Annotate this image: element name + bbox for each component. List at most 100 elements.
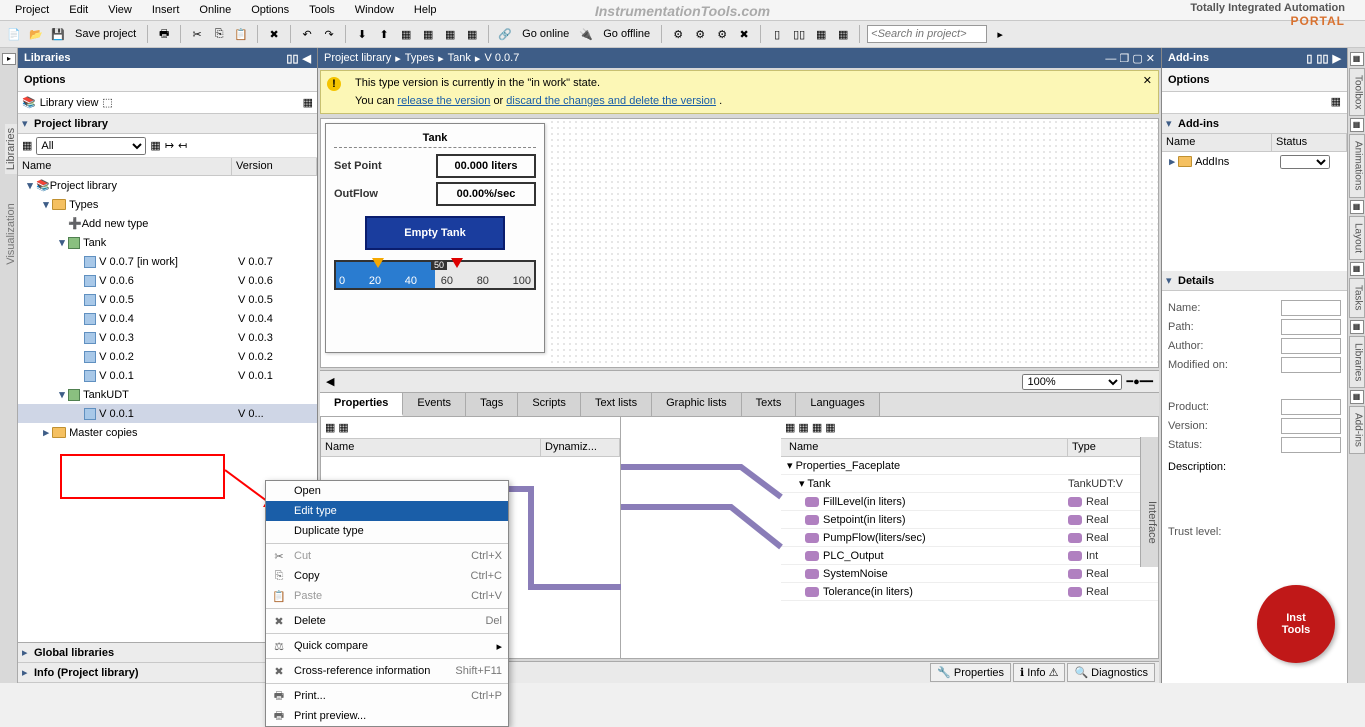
tree-types[interactable]: ▾ Types (18, 195, 317, 214)
menu-window[interactable]: Window (345, 2, 404, 18)
toolbar-icon[interactable]: ⚙ (713, 25, 731, 43)
tab-graphiclists[interactable]: Graphic lists (652, 393, 742, 416)
panel-collapse-icon[interactable]: ◀ (303, 52, 311, 65)
toolbar-icon[interactable]: ▦ (812, 421, 822, 434)
toolbar-icon[interactable]: ▦ (325, 421, 335, 434)
toolbar-icon[interactable]: ▦ (463, 25, 481, 43)
context-menu-item[interactable]: ⎘CopyCtrl+C (266, 566, 508, 586)
tree-root[interactable]: ▾📚Project library (18, 176, 317, 195)
bottom-tab-info[interactable]: ℹInfo⚠ (1013, 663, 1065, 682)
rail-icon[interactable]: ▦ (1350, 200, 1364, 214)
rail-icon[interactable]: ▦ (1350, 52, 1364, 66)
library-view-button[interactable]: Library view (40, 97, 99, 109)
menu-view[interactable]: View (98, 2, 142, 18)
tree-version[interactable]: V 0.0.3V 0.0.3 (18, 328, 317, 347)
tab-scripts[interactable]: Scripts (518, 393, 581, 416)
tab-languages[interactable]: Languages (796, 393, 879, 416)
context-menu-item[interactable]: ⚖Quick compare▸ (266, 636, 508, 656)
bottom-tab-properties[interactable]: 🔧Properties (930, 663, 1011, 682)
cut-icon[interactable]: ✂ (188, 25, 206, 43)
context-menu-item[interactable]: Open (266, 481, 508, 501)
rail-icon[interactable]: ▦ (1350, 320, 1364, 334)
import-icon[interactable]: ↤ (178, 139, 187, 152)
crumb-item[interactable]: V 0.0.7 (484, 52, 519, 64)
addins-icon[interactable]: ▦ (1331, 96, 1341, 108)
tab-libraries-vertical[interactable]: Libraries (5, 124, 17, 174)
menu-help[interactable]: Help (404, 2, 447, 18)
tree-version[interactable]: V 0.0.5V 0.0.5 (18, 290, 317, 309)
zoom-select[interactable]: 100% (1022, 374, 1122, 390)
props-row[interactable]: Tolerance(in liters)Real (781, 583, 1158, 601)
search-input[interactable] (867, 25, 987, 43)
search-go-icon[interactable]: ▸ (991, 25, 1009, 43)
toolbar-icon[interactable]: ▦ (419, 25, 437, 43)
props-row-tank[interactable]: ▾ TankTankUDT:V (781, 475, 1158, 493)
toolbar-icon[interactable]: ▦ (150, 139, 160, 152)
rail-icon[interactable]: ▦ (1350, 262, 1364, 276)
tab-animations[interactable]: Animations (1349, 134, 1365, 197)
filter-select[interactable]: All (36, 137, 146, 155)
print-icon[interactable]: 🖶 (155, 25, 173, 43)
context-menu-item[interactable]: ✖DeleteDel (266, 611, 508, 631)
panel-collapse-icon[interactable]: ▶ (1333, 52, 1341, 65)
restore-icon[interactable]: ❐ (1119, 53, 1129, 65)
tab-libraries-right[interactable]: Libraries (1349, 336, 1365, 388)
toolbar-icon[interactable]: ▦ (338, 421, 348, 434)
go-offline-icon[interactable]: 🔌 (577, 25, 595, 43)
detail-input[interactable] (1281, 319, 1341, 335)
props-row[interactable]: PLC_OutputInt (781, 547, 1158, 565)
detail-input[interactable] (1281, 418, 1341, 434)
toolbar-icon[interactable]: ⚙ (691, 25, 709, 43)
bottom-tab-diagnostics[interactable]: 🔍Diagnostics (1067, 663, 1155, 682)
toolbar-icon[interactable]: ▦ (825, 421, 835, 434)
tree-add-new[interactable]: ➕Add new type (18, 214, 317, 233)
context-menu-item[interactable]: ✖Cross-reference informationShift+F11 (266, 661, 508, 681)
tree-version[interactable]: V 0.0.4V 0.0.4 (18, 309, 317, 328)
save-icon[interactable]: 💾 (49, 25, 67, 43)
panel-icon[interactable]: ▯▯ (1316, 52, 1328, 65)
props-row[interactable]: SystemNoiseReal (781, 565, 1158, 583)
detail-input[interactable] (1281, 437, 1341, 453)
tab-properties[interactable]: Properties (320, 393, 403, 416)
compile-icon[interactable]: ⬇ (353, 25, 371, 43)
paste-icon[interactable]: 📋 (232, 25, 250, 43)
open-project-icon[interactable]: 📂 (27, 25, 45, 43)
rail-icon[interactable]: ▦ (1350, 118, 1364, 132)
delete-icon[interactable]: ✖ (265, 25, 283, 43)
go-online-button[interactable]: Go online (518, 28, 573, 40)
tab-layout[interactable]: Layout (1349, 216, 1365, 260)
addins-status-select[interactable] (1280, 155, 1330, 169)
context-menu-item[interactable]: 🖶Print preview... (266, 706, 508, 726)
rail-icon[interactable]: ▦ (1350, 390, 1364, 404)
canvas[interactable]: Tank Set Point00.000 liters OutFlow00.00… (320, 118, 1159, 368)
props-row[interactable]: FillLevel(in liters)Real (781, 493, 1158, 511)
crumb-item[interactable]: Project library (324, 52, 391, 64)
detail-input[interactable] (1281, 399, 1341, 415)
addins-section[interactable]: ▾Add-ins (1162, 114, 1347, 134)
panel-icon[interactable]: ▯ (1306, 52, 1312, 65)
download-icon[interactable]: ⬆ (375, 25, 393, 43)
tree-master-copies[interactable]: ▸ Master copies (18, 423, 317, 442)
tab-toolbox[interactable]: Toolbox (1349, 68, 1365, 116)
scroll-left-icon[interactable]: ◀ (326, 375, 334, 388)
menu-tools[interactable]: Tools (299, 2, 345, 18)
split-icon[interactable]: ▯ (768, 25, 786, 43)
zoom-slider[interactable]: ━●━━ (1126, 375, 1153, 388)
tank-faceplate[interactable]: Tank Set Point00.000 liters OutFlow00.00… (325, 123, 545, 353)
context-menu-item[interactable]: Duplicate type (266, 521, 508, 541)
save-project-button[interactable]: Save project (71, 28, 140, 40)
context-menu-item[interactable]: 🖶Print...Ctrl+P (266, 686, 508, 706)
maximize-icon[interactable]: ▢ (1132, 53, 1142, 65)
toolbar-icon[interactable]: ▦ (834, 25, 852, 43)
go-online-icon[interactable]: 🔗 (496, 25, 514, 43)
addins-row[interactable]: ▸ AddIns (1162, 152, 1347, 171)
empty-tank-button[interactable]: Empty Tank (365, 216, 505, 250)
toolbar-icon[interactable]: ▦ (785, 421, 795, 434)
tab-tasks[interactable]: Tasks (1349, 278, 1365, 318)
tab-addins-right[interactable]: Add-ins (1349, 406, 1365, 454)
tree-version[interactable]: V 0.0.1V 0.0.1 (18, 366, 317, 385)
tree-tankudt[interactable]: ▾ TankUDT (18, 385, 317, 404)
tab-visualization-vertical[interactable]: Visualization (5, 199, 17, 269)
discard-link[interactable]: discard the changes and delete the versi… (506, 95, 716, 107)
panel-icon[interactable]: ▯▯ (286, 52, 298, 65)
